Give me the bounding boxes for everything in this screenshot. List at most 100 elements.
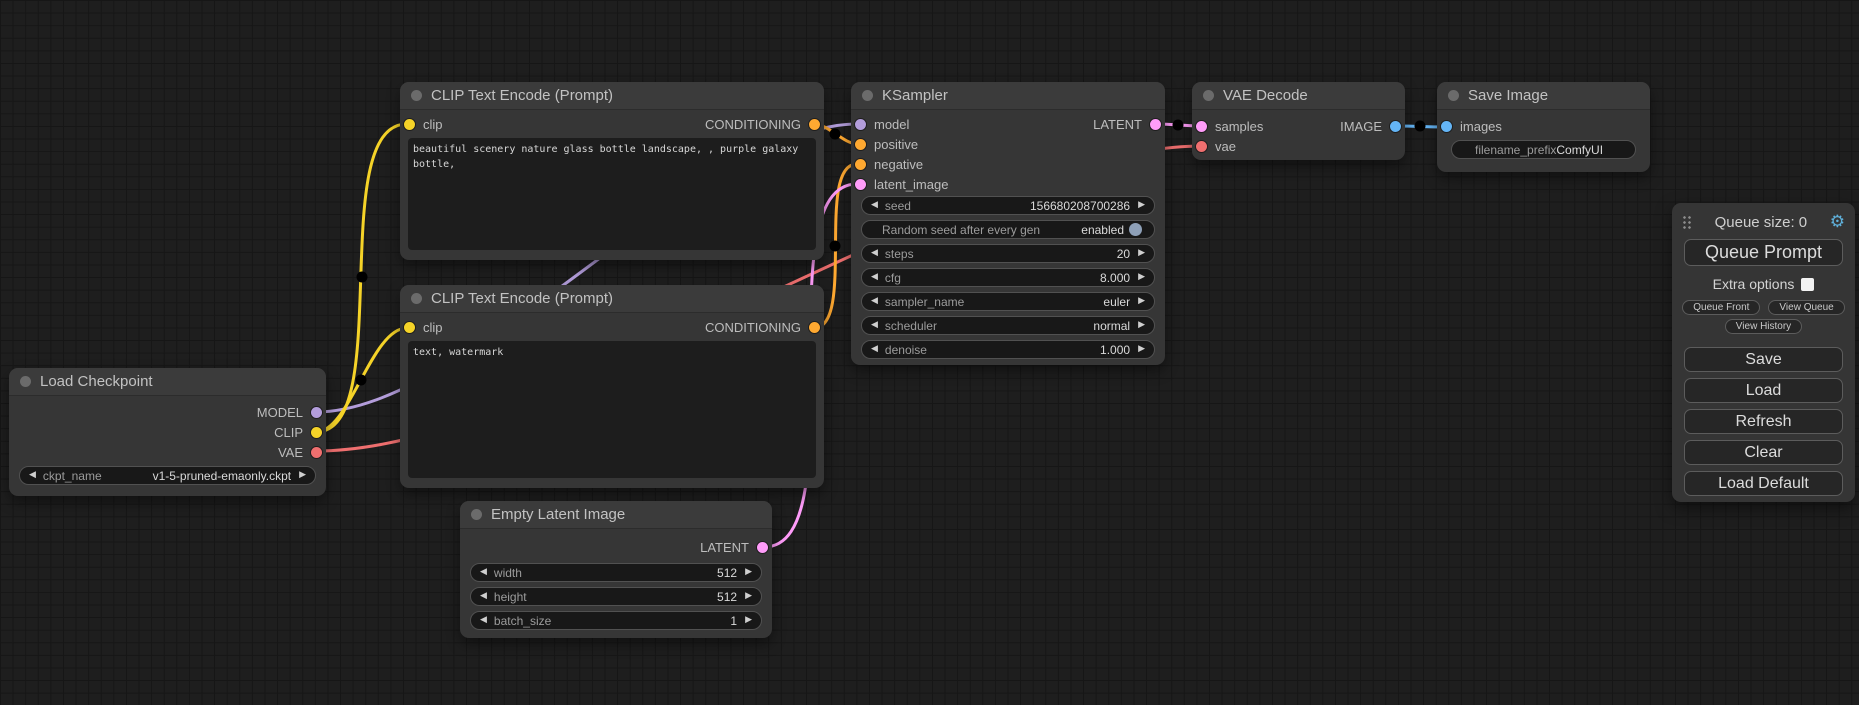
widget-width[interactable]: ◀ width 512 ▶ bbox=[470, 563, 762, 582]
decrement-arrow-icon[interactable]: ◀ bbox=[871, 249, 878, 258]
decrement-arrow-icon[interactable]: ◀ bbox=[871, 321, 878, 330]
decrement-arrow-icon[interactable]: ◀ bbox=[871, 345, 878, 354]
increment-arrow-icon[interactable]: ▶ bbox=[1138, 273, 1145, 282]
output-slot-clip[interactable] bbox=[311, 427, 322, 438]
queue-front-button[interactable]: Queue Front bbox=[1682, 300, 1760, 315]
collapse-dot-icon[interactable] bbox=[411, 90, 422, 101]
widget-label: batch_size bbox=[494, 614, 551, 628]
decrement-arrow-icon[interactable]: ◀ bbox=[480, 568, 487, 577]
input-slot-clip[interactable] bbox=[404, 322, 415, 333]
increment-arrow-icon[interactable]: ▶ bbox=[1138, 297, 1145, 306]
prompt-textarea[interactable]: beautiful scenery nature glass bottle la… bbox=[408, 138, 816, 250]
wire-cond-negative-middot bbox=[830, 241, 841, 252]
decrement-arrow-icon[interactable]: ◀ bbox=[871, 273, 878, 282]
collapse-dot-icon[interactable] bbox=[20, 376, 31, 387]
increment-arrow-icon[interactable]: ▶ bbox=[745, 568, 752, 577]
widget-height[interactable]: ◀ height 512 ▶ bbox=[470, 587, 762, 606]
node-header: CLIP Text Encode (Prompt) bbox=[400, 285, 824, 313]
decrement-arrow-icon[interactable]: ◀ bbox=[480, 592, 487, 601]
node-header: VAE Decode bbox=[1192, 82, 1405, 110]
input-slot-negative[interactable] bbox=[855, 159, 866, 170]
input-slot-samples[interactable] bbox=[1196, 121, 1207, 132]
output-slot-latent[interactable] bbox=[1150, 119, 1161, 130]
extra-options-checkbox[interactable] bbox=[1801, 278, 1814, 291]
node-title: KSampler bbox=[882, 87, 948, 104]
collapse-dot-icon[interactable] bbox=[471, 509, 482, 520]
input-slot-clip[interactable] bbox=[404, 119, 415, 130]
node-header: Save Image bbox=[1437, 82, 1650, 110]
increment-arrow-icon[interactable]: ▶ bbox=[1138, 321, 1145, 330]
input-slot-model[interactable] bbox=[855, 119, 866, 130]
output-slot-model[interactable] bbox=[311, 407, 322, 418]
load-button[interactable]: Load bbox=[1684, 378, 1843, 403]
queue-panel[interactable]: Queue size: 0 ⚙ Queue Prompt Extra optio… bbox=[1672, 203, 1855, 502]
widget-batch-size[interactable]: ◀ batch_size 1 ▶ bbox=[470, 611, 762, 630]
increment-arrow-icon[interactable]: ▶ bbox=[1138, 201, 1145, 210]
widget-value: euler bbox=[1103, 295, 1130, 309]
output-slot-conditioning[interactable] bbox=[809, 322, 820, 333]
graph-canvas[interactable]: Load Checkpoint MODEL CLIP VAE ◀ ckpt_na… bbox=[0, 0, 1859, 705]
input-slot-images[interactable] bbox=[1441, 121, 1452, 132]
increment-arrow-icon[interactable]: ▶ bbox=[745, 592, 752, 601]
drag-handle-icon[interactable] bbox=[1682, 215, 1692, 230]
output-slot-vae[interactable] bbox=[311, 447, 322, 458]
node-save-image[interactable]: Save Image images filename_prefix ComfyU… bbox=[1437, 82, 1650, 172]
input-slot-latent-image[interactable] bbox=[855, 179, 866, 190]
refresh-button[interactable]: Refresh bbox=[1684, 409, 1843, 434]
input-slot-positive[interactable] bbox=[855, 139, 866, 150]
settings-gear-icon[interactable]: ⚙ bbox=[1830, 214, 1845, 231]
node-title: Save Image bbox=[1468, 87, 1548, 104]
output-label: MODEL bbox=[257, 405, 303, 420]
widget-label: Random seed after every gen bbox=[882, 223, 1040, 237]
widget-label: scheduler bbox=[885, 319, 937, 333]
node-vae-decode[interactable]: VAE Decode samples IMAGE vae bbox=[1192, 82, 1405, 160]
node-empty-latent-image[interactable]: Empty Latent Image LATENT ◀ width 512 ▶ … bbox=[460, 501, 772, 638]
widget-random-seed-toggle[interactable]: Random seed after every gen enabled bbox=[861, 220, 1155, 239]
input-label: model bbox=[874, 117, 909, 132]
node-title: Empty Latent Image bbox=[491, 506, 625, 523]
widget-steps[interactable]: ◀ steps 20 ▶ bbox=[861, 244, 1155, 263]
decrement-arrow-icon[interactable]: ◀ bbox=[480, 616, 487, 625]
decrement-arrow-icon[interactable]: ◀ bbox=[29, 471, 36, 480]
output-label: LATENT bbox=[700, 540, 749, 555]
node-load-checkpoint[interactable]: Load Checkpoint MODEL CLIP VAE ◀ ckpt_na… bbox=[9, 368, 326, 496]
increment-arrow-icon[interactable]: ▶ bbox=[299, 471, 306, 480]
input-slot-vae[interactable] bbox=[1196, 141, 1207, 152]
node-clip-text-encode-negative[interactable]: CLIP Text Encode (Prompt) clip CONDITION… bbox=[400, 285, 824, 488]
output-slot-latent[interactable] bbox=[757, 542, 768, 553]
prompt-textarea[interactable]: text, watermark bbox=[408, 341, 816, 478]
collapse-dot-icon[interactable] bbox=[1203, 90, 1214, 101]
wire-clip-negative-middot bbox=[356, 375, 367, 386]
collapse-dot-icon[interactable] bbox=[862, 90, 873, 101]
node-clip-text-encode-positive[interactable]: CLIP Text Encode (Prompt) clip CONDITION… bbox=[400, 82, 824, 260]
widget-sampler-name[interactable]: ◀ sampler_name euler ▶ bbox=[861, 292, 1155, 311]
widget-ckpt-name[interactable]: ◀ ckpt_name v1-5-pruned-emaonly.ckpt ▶ bbox=[19, 466, 316, 485]
widget-value: normal bbox=[1093, 319, 1130, 333]
widget-cfg[interactable]: ◀ cfg 8.000 ▶ bbox=[861, 268, 1155, 287]
collapse-dot-icon[interactable] bbox=[411, 293, 422, 304]
output-slot-image[interactable] bbox=[1390, 121, 1401, 132]
widget-scheduler[interactable]: ◀ scheduler normal ▶ bbox=[861, 316, 1155, 335]
widget-denoise[interactable]: ◀ denoise 1.000 ▶ bbox=[861, 340, 1155, 359]
decrement-arrow-icon[interactable]: ◀ bbox=[871, 297, 878, 306]
node-ksampler[interactable]: KSampler model LATENT positive negative … bbox=[851, 82, 1165, 365]
clear-button[interactable]: Clear bbox=[1684, 440, 1843, 465]
view-history-button[interactable]: View History bbox=[1725, 319, 1802, 334]
save-button[interactable]: Save bbox=[1684, 347, 1843, 372]
widget-seed[interactable]: ◀ seed 156680208700286 ▶ bbox=[861, 196, 1155, 215]
node-title: CLIP Text Encode (Prompt) bbox=[431, 290, 613, 307]
toggle-knob[interactable] bbox=[1129, 223, 1142, 236]
input-label: samples bbox=[1215, 119, 1263, 134]
collapse-dot-icon[interactable] bbox=[1448, 90, 1459, 101]
view-queue-button[interactable]: View Queue bbox=[1768, 300, 1844, 315]
output-slot-conditioning[interactable] bbox=[809, 119, 820, 130]
decrement-arrow-icon[interactable]: ◀ bbox=[871, 201, 878, 210]
widget-label: ckpt_name bbox=[43, 469, 102, 483]
widget-filename-prefix[interactable]: filename_prefix ComfyUI bbox=[1451, 140, 1636, 159]
increment-arrow-icon[interactable]: ▶ bbox=[1138, 249, 1145, 258]
increment-arrow-icon[interactable]: ▶ bbox=[745, 616, 752, 625]
increment-arrow-icon[interactable]: ▶ bbox=[1138, 345, 1145, 354]
load-default-button[interactable]: Load Default bbox=[1684, 471, 1843, 496]
queue-prompt-button[interactable]: Queue Prompt bbox=[1684, 239, 1843, 266]
widget-value: 1.000 bbox=[1100, 343, 1130, 357]
